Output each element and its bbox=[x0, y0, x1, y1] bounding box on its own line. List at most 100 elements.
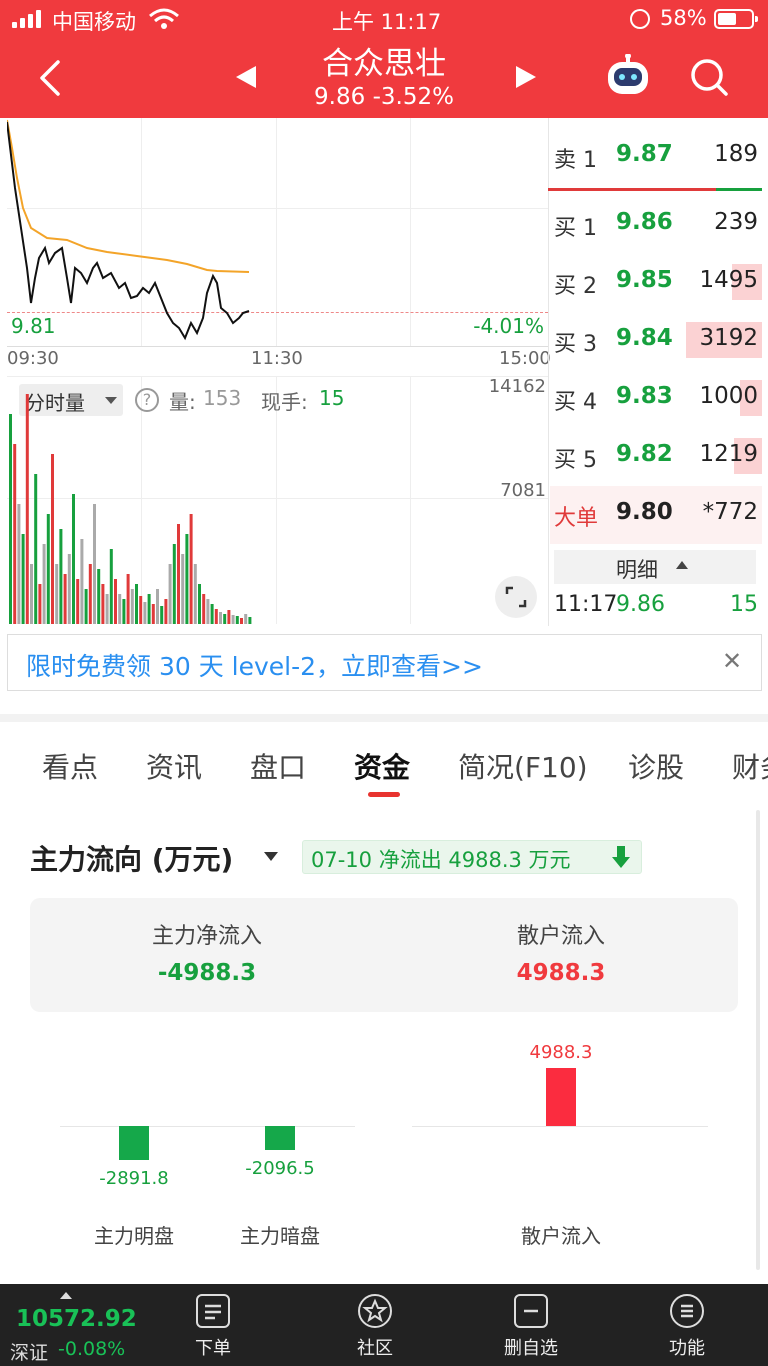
stock-name: 合众思壮 bbox=[322, 46, 446, 82]
volume-bar bbox=[135, 584, 138, 624]
badge-text: 07-10 净流出 4988.3 万元 bbox=[311, 848, 571, 872]
volume-bar bbox=[206, 599, 210, 624]
volume-bar bbox=[101, 584, 105, 624]
volume-bar bbox=[177, 524, 180, 624]
tab-news[interactable]: 资讯 bbox=[146, 746, 202, 786]
robot-assistant-icon[interactable] bbox=[604, 53, 652, 98]
buy-label: 买 3 bbox=[554, 332, 597, 357]
intraday-chart[interactable]: 9.81 -4.01% 09:30 11:30 15:00 分时量 ? 量: 1… bbox=[7, 118, 551, 626]
detail-price: 9.86 bbox=[616, 592, 665, 617]
tab-finance[interactable]: 财务 bbox=[732, 746, 768, 786]
nav-functions[interactable]: 功能 bbox=[632, 1284, 742, 1366]
tab-kandian[interactable]: 看点 bbox=[42, 746, 98, 786]
buy-row-1[interactable]: 买 1 9.86 239 bbox=[550, 196, 762, 254]
volume-bar bbox=[105, 594, 109, 624]
expand-index-icon[interactable] bbox=[60, 1292, 72, 1299]
volume-mid-label: 7081 bbox=[500, 480, 546, 501]
tab-funds[interactable]: 资金 bbox=[354, 746, 410, 786]
buy-row-3[interactable]: 买 3 9.84 3192 bbox=[550, 312, 762, 370]
net-outflow-badge: 07-10 净流出 4988.3 万元 bbox=[302, 840, 642, 874]
big-order-row[interactable]: 大单 9.80 *772 bbox=[550, 486, 762, 544]
fund-flow-title[interactable]: 主力流向 (万元) bbox=[30, 838, 233, 878]
nav-community-label: 社区 bbox=[357, 1338, 393, 1359]
back-button[interactable] bbox=[36, 58, 66, 98]
section-divider bbox=[0, 714, 768, 722]
fund-bar-retail bbox=[546, 1068, 576, 1126]
scrollbar[interactable] bbox=[756, 810, 760, 1270]
index-name: 深证 bbox=[10, 1342, 49, 1364]
caret-up-icon bbox=[676, 561, 688, 569]
fund-bar-label-main-visible: 主力明盘 bbox=[94, 1224, 174, 1248]
volume-bar bbox=[231, 615, 235, 624]
price-change: 9.86 -3.52% bbox=[314, 84, 454, 110]
header: 中国移动 上午 11:17 58% 合众思壮 9.86 -3.52% bbox=[0, 0, 768, 118]
volume-bar bbox=[181, 554, 185, 624]
fund-bar-main-visible bbox=[119, 1126, 149, 1160]
volume-bar bbox=[46, 514, 50, 624]
retail-inflow-value: 4988.3 bbox=[516, 960, 606, 986]
price-line-svg bbox=[7, 119, 250, 341]
volume-bar bbox=[59, 529, 63, 624]
volume-bar bbox=[55, 564, 59, 624]
buy-volume: 1000 bbox=[699, 383, 758, 409]
volume-bar bbox=[189, 514, 193, 624]
nav-order[interactable]: 下单 bbox=[158, 1284, 268, 1366]
menu-icon bbox=[670, 1294, 704, 1328]
volume-bar bbox=[30, 564, 33, 624]
volume-bar bbox=[109, 549, 113, 624]
sell-row-1[interactable]: 卖 1 9.87 189 bbox=[550, 128, 762, 186]
search-icon[interactable] bbox=[688, 56, 730, 98]
volume-bar bbox=[193, 564, 197, 624]
time-label-open: 09:30 bbox=[7, 348, 59, 369]
battery-icon bbox=[714, 9, 758, 29]
volume-bar bbox=[151, 604, 155, 624]
buy-row-5[interactable]: 买 5 9.82 1219 bbox=[550, 428, 762, 486]
volume-bar bbox=[210, 604, 214, 624]
volume-bar bbox=[223, 614, 227, 624]
dropdown-icon[interactable] bbox=[264, 852, 278, 861]
banner-text: 限时免费领 30 天 level-2，立即查看>> bbox=[26, 652, 483, 681]
bottom-nav: 10572.92 深证 -0.08% 下单 社区 删自选 功能 bbox=[0, 1284, 768, 1366]
fullscreen-button[interactable] bbox=[495, 576, 537, 618]
volume-bar bbox=[84, 589, 88, 624]
volume-bar bbox=[63, 574, 67, 624]
volume-bar bbox=[143, 602, 147, 624]
big-order-label: 大单 bbox=[554, 506, 599, 531]
volume-bar bbox=[93, 504, 96, 624]
volume-bar bbox=[130, 589, 134, 624]
nav-community[interactable]: 社区 bbox=[320, 1284, 430, 1366]
tab-f10[interactable]: 简况(F10) bbox=[458, 746, 588, 786]
fund-bar-value-retail: 4988.3 bbox=[529, 1042, 593, 1063]
level2-promo-banner[interactable]: 限时免费领 30 天 level-2，立即查看>> ✕ bbox=[7, 634, 762, 691]
nav-remove-watchlist[interactable]: 删自选 bbox=[476, 1284, 586, 1366]
detail-header[interactable]: 明细 bbox=[554, 550, 756, 584]
volume-bar bbox=[214, 609, 218, 624]
tab-quote[interactable]: 盘口 bbox=[250, 746, 306, 786]
volume-bar bbox=[9, 414, 12, 624]
buy-row-2[interactable]: 买 2 9.85 1495 bbox=[550, 254, 762, 312]
index-value[interactable]: 10572.92 bbox=[16, 1306, 137, 1332]
tab-diagnose[interactable]: 诊股 bbox=[628, 746, 684, 786]
volume-bar bbox=[25, 394, 29, 624]
detail-time: 11:17 bbox=[554, 592, 618, 617]
volume-bar bbox=[235, 616, 239, 624]
buy-volume: 239 bbox=[714, 209, 758, 235]
fund-bar-main-hidden bbox=[265, 1126, 295, 1151]
buy-row-4[interactable]: 买 4 9.83 1000 bbox=[550, 370, 762, 428]
sell-volume: 189 bbox=[714, 141, 758, 167]
close-icon[interactable]: ✕ bbox=[722, 647, 742, 675]
nav-remove-watchlist-label: 删自选 bbox=[504, 1338, 558, 1359]
volume-bar bbox=[88, 564, 92, 624]
buy-price: 9.83 bbox=[616, 383, 673, 409]
battery-percent: 58% bbox=[660, 6, 707, 30]
volume-bar bbox=[97, 569, 101, 624]
volume-bar bbox=[76, 579, 80, 624]
buy-price: 9.85 bbox=[616, 267, 673, 293]
nav-functions-label: 功能 bbox=[669, 1338, 705, 1359]
volume-bar bbox=[164, 599, 168, 624]
buy-price: 9.86 bbox=[616, 209, 673, 235]
community-icon bbox=[358, 1294, 392, 1328]
next-stock-button[interactable] bbox=[516, 66, 536, 88]
order-icon bbox=[196, 1294, 230, 1328]
buy-volume: 3192 bbox=[699, 325, 758, 351]
